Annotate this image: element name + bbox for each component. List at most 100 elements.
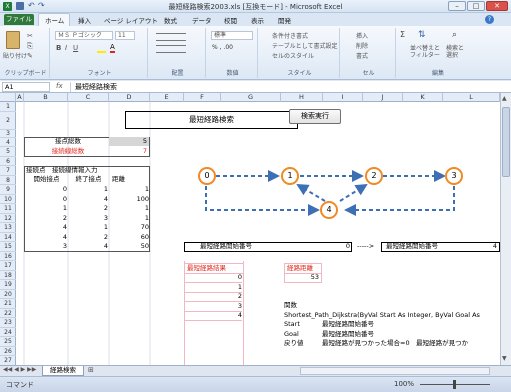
row-header[interactable]: 7	[0, 166, 16, 176]
row-header[interactable]: 8	[0, 176, 16, 185]
column-header[interactable]: J	[363, 93, 403, 102]
row-header[interactable]: 23	[0, 318, 16, 328]
column-header[interactable]: I	[323, 93, 363, 102]
result-item[interactable]: 0	[184, 273, 242, 283]
edge-start[interactable]: 3	[25, 242, 67, 251]
tab-formulas[interactable]: 数式	[164, 15, 177, 25]
edge-end[interactable]: 4	[68, 195, 108, 204]
tab-data[interactable]: データ	[192, 15, 212, 25]
paste-button[interactable]: 貼り付け	[3, 51, 27, 60]
tab-home[interactable]: ホーム	[45, 15, 64, 25]
edge-end[interactable]: 1	[68, 223, 108, 232]
column-header[interactable]: C	[68, 93, 109, 102]
bold-button[interactable]: B	[56, 44, 61, 52]
row-header[interactable]: 2	[0, 112, 16, 130]
select-all-corner[interactable]	[0, 93, 16, 102]
edge-end[interactable]: 2	[68, 233, 108, 242]
row-header[interactable]: 14	[0, 233, 16, 242]
distance-value[interactable]: 53	[284, 273, 322, 283]
maximize-button[interactable]: □	[467, 1, 485, 11]
number-format-select[interactable]: 標準	[211, 31, 253, 40]
scroll-up-icon[interactable]: ▲	[502, 95, 507, 102]
row-header[interactable]: 6	[0, 157, 16, 166]
column-header[interactable]: A	[16, 93, 24, 102]
column-header[interactable]: H	[281, 93, 323, 102]
edge-dist[interactable]: 60	[109, 233, 149, 242]
wrap-icon[interactable]	[156, 45, 186, 53]
column-header[interactable]: L	[443, 93, 500, 102]
scroll-down-icon[interactable]: ▼	[502, 355, 507, 362]
tab-file[interactable]: ファイル	[4, 14, 34, 25]
result-item[interactable]: 4	[184, 311, 242, 321]
edge-start[interactable]: 4	[25, 233, 67, 242]
edge-dist[interactable]: 70	[109, 223, 149, 232]
edge-start[interactable]: 0	[25, 185, 67, 194]
result-item[interactable]: 3	[184, 302, 242, 312]
find-select-icon[interactable]: ⌕	[452, 30, 457, 40]
column-header[interactable]: F	[184, 93, 221, 102]
start-number-value[interactable]: 0	[282, 242, 350, 251]
paste-icon[interactable]	[6, 31, 20, 49]
row-header[interactable]: 25	[0, 337, 16, 347]
edge-end[interactable]: 4	[68, 242, 108, 251]
sheet-nav-icon[interactable]: ◀◀ ◀ ▶ ▶▶	[3, 366, 36, 373]
column-header[interactable]: E	[150, 93, 184, 102]
row-header[interactable]: 5	[0, 147, 16, 157]
node-count-value[interactable]: 5	[109, 137, 149, 146]
row-header[interactable]: 12	[0, 214, 16, 223]
row-header[interactable]: 22	[0, 309, 16, 318]
edge-dist[interactable]: 1	[109, 214, 149, 223]
font-name-select[interactable]: ＭＳ Ｐゴシック	[55, 31, 113, 40]
edge-end[interactable]: 3	[68, 214, 108, 223]
row-header[interactable]: 10	[0, 195, 16, 204]
result-item[interactable]: 1	[184, 283, 242, 293]
row-header[interactable]: 24	[0, 328, 16, 337]
edge-count-value[interactable]: 7	[109, 147, 149, 156]
format-as-table-button[interactable]: テーブルとして書式設定	[272, 41, 337, 50]
tab-view[interactable]: 表示	[251, 15, 264, 25]
row-header[interactable]: 20	[0, 290, 16, 299]
font-color-icon[interactable]: A	[110, 43, 115, 53]
column-header[interactable]: K	[403, 93, 443, 102]
row-header[interactable]: 26	[0, 347, 16, 356]
column-header[interactable]: G	[221, 93, 281, 102]
row-header[interactable]: 17	[0, 261, 16, 271]
row-header[interactable]: 1	[0, 102, 16, 112]
column-header[interactable]: B	[24, 93, 68, 102]
help-icon[interactable]: ?	[485, 15, 494, 24]
cut-icon[interactable]: ✂	[27, 32, 33, 40]
horizontal-scrollbar[interactable]	[300, 367, 490, 375]
zoom-slider-thumb[interactable]	[453, 380, 456, 389]
title-cell[interactable]: 最短経路検索	[125, 111, 298, 129]
insert-cells-button[interactable]: 挿入	[356, 31, 368, 40]
edge-dist[interactable]: 50	[109, 242, 149, 251]
sort-filter-icon[interactable]: ⇅	[418, 30, 426, 40]
row-header[interactable]: 3	[0, 130, 16, 138]
fx-button[interactable]: fx	[56, 82, 63, 90]
underline-button[interactable]: U	[73, 44, 78, 52]
find-select-button[interactable]: 検索と 選択	[446, 45, 464, 59]
row-header[interactable]: 4	[0, 138, 16, 147]
worksheet[interactable]: 最短経路検索 検索実行 接点総数 5 接続線総数 7 接続点 接続線情報入力 開…	[16, 102, 500, 365]
vertical-scrollbar[interactable]: ▲ ▼	[500, 93, 511, 365]
scroll-thumb[interactable]	[502, 107, 510, 177]
result-item[interactable]: 2	[184, 292, 242, 302]
font-size-select[interactable]: 11	[115, 31, 135, 40]
end-number-value[interactable]: 4	[436, 242, 497, 251]
row-header[interactable]: 16	[0, 252, 16, 261]
row-header[interactable]: 9	[0, 185, 16, 195]
edge-dist[interactable]: 100	[109, 195, 149, 204]
delete-cells-button[interactable]: 削除	[356, 41, 368, 50]
new-sheet-icon[interactable]: ⊞	[88, 366, 94, 374]
column-header[interactable]: D	[109, 93, 150, 102]
edge-end[interactable]: 1	[68, 185, 108, 194]
row-header[interactable]: 21	[0, 299, 16, 309]
italic-button[interactable]: I	[65, 44, 67, 52]
format-painter-icon[interactable]: ✎	[27, 52, 33, 60]
minimize-button[interactable]: –	[448, 1, 466, 11]
edge-start[interactable]: 4	[25, 223, 67, 232]
copy-icon[interactable]: ⎘	[27, 42, 33, 51]
sort-filter-button[interactable]: 並べ替えと フィルター	[410, 45, 440, 59]
fill-color-icon[interactable]	[97, 45, 106, 53]
row-header[interactable]: 15	[0, 242, 16, 252]
